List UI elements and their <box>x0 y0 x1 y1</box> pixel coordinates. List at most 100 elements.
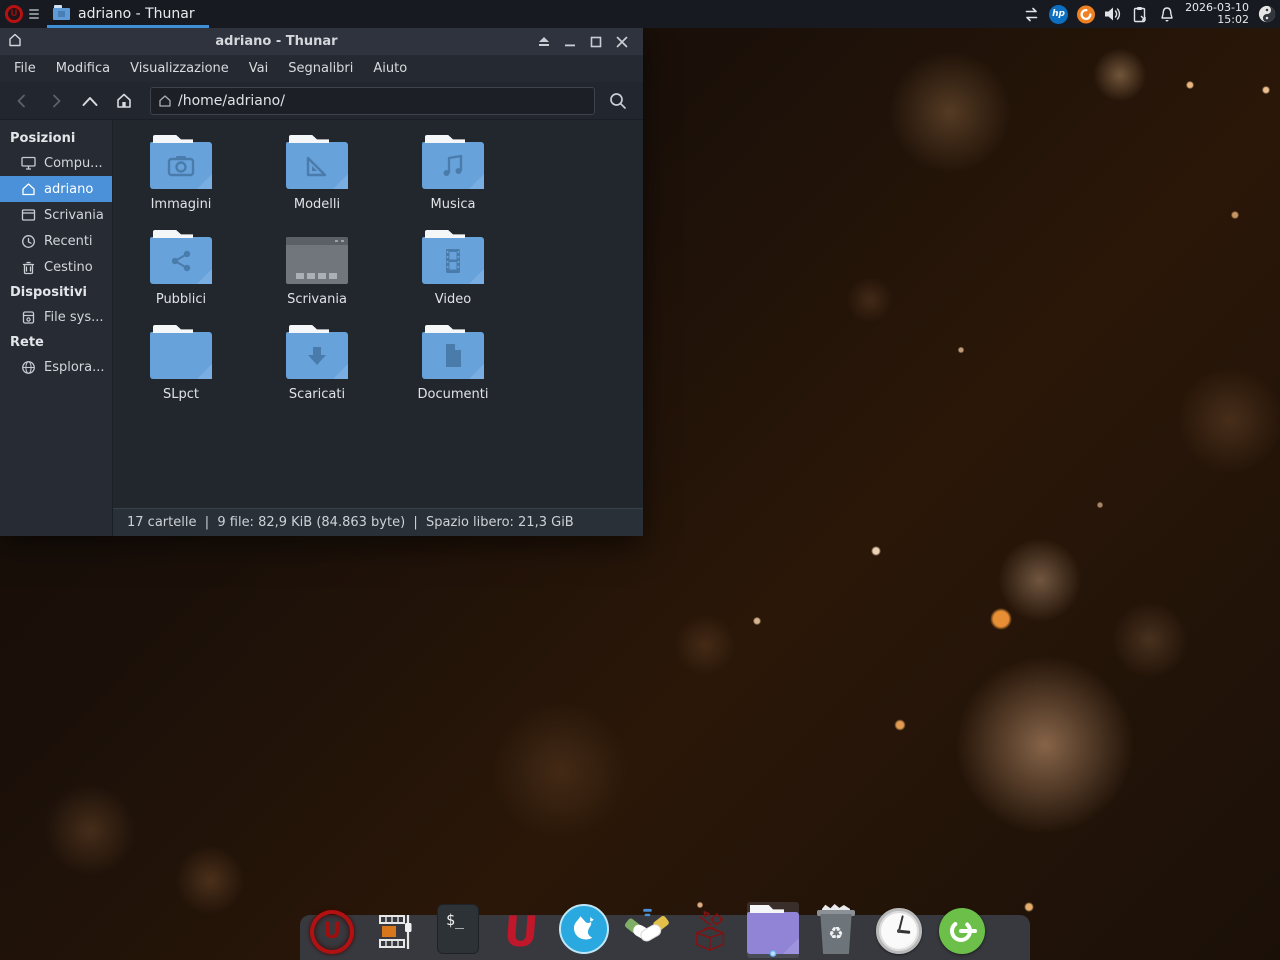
media-editor-icon <box>374 910 416 954</box>
red-u-app-icon: U <box>502 910 539 954</box>
back-button[interactable] <box>8 88 36 114</box>
folder-documenti[interactable]: Documenti <box>418 318 489 413</box>
statusbar: 17 cartelle | 9 file: 82,9 KiB (84.863 b… <box>113 508 643 536</box>
home-icon <box>21 182 36 196</box>
network-globe-icon <box>21 360 36 375</box>
clipboard-icon[interactable] <box>1131 5 1149 23</box>
menu-vai[interactable]: Vai <box>239 55 278 82</box>
main-column: Immagini Modelli Musica <box>113 120 643 536</box>
folder-label: SLpct <box>163 387 199 402</box>
workspace-pager-icon[interactable] <box>1258 5 1276 23</box>
sidebar-label: Cestino <box>44 260 93 275</box>
screen: U adriano - Thunar hp <box>0 0 1280 960</box>
folder-label: Modelli <box>294 197 340 212</box>
terminal-icon: $_ <box>437 904 479 954</box>
sidebar-header-dispositivi: Dispositivi <box>0 280 112 304</box>
forward-button[interactable] <box>42 88 70 114</box>
desktop-window-icon <box>286 237 348 284</box>
recent-clock-icon <box>21 234 36 249</box>
folder-video[interactable]: Video <box>422 223 484 318</box>
trash-bin-icon: ♻ <box>816 906 856 954</box>
search-button[interactable] <box>601 87 635 115</box>
taskbar-item-thunar[interactable]: adriano - Thunar <box>47 0 209 28</box>
distro-ring-icon: U <box>310 910 354 954</box>
maximize-button[interactable] <box>583 32 609 52</box>
menu-visualizzazione[interactable]: Visualizzazione <box>120 55 239 82</box>
path-input[interactable] <box>178 93 587 109</box>
system-tray: hp 2026-03-10 15:02 <box>1022 0 1280 28</box>
thunar-window: adriano - Thunar File Modifica Visualizz… <box>0 28 643 536</box>
menu-modifica[interactable]: Modifica <box>46 55 120 82</box>
dock-toolbox[interactable] <box>684 902 736 958</box>
dock-file-manager[interactable] <box>747 902 799 958</box>
sidebar-header-posizioni: Posizioni <box>0 126 112 150</box>
folder-label: Musica <box>431 197 476 212</box>
sidebar-item-adriano[interactable]: adriano <box>0 176 112 202</box>
sync-arrows-icon[interactable] <box>1022 5 1040 23</box>
handshake-icon <box>624 906 670 954</box>
folder-icon-share <box>150 237 212 284</box>
sidebar-label: Scrivania <box>44 208 104 223</box>
folder-icon-download <box>286 332 348 379</box>
minimize-button[interactable] <box>557 32 583 52</box>
sidebar-item-filesystem[interactable]: File sys... <box>0 304 112 330</box>
folder-icon-music <box>422 142 484 189</box>
sidebar-header-rete: Rete <box>0 330 112 354</box>
sidebar-item-scrivania[interactable]: Scrivania <box>0 202 112 228</box>
folder-icon-film <box>422 237 484 284</box>
window-menu-icon[interactable] <box>29 9 39 19</box>
distro-logo-icon[interactable]: U <box>5 5 23 23</box>
path-bar[interactable] <box>150 87 595 115</box>
folder-icon-plain <box>150 332 212 379</box>
logout-power-icon <box>939 908 985 954</box>
clock-time: 15:02 <box>1185 14 1249 26</box>
sidebar-label: File sys... <box>44 310 104 325</box>
sidebar-item-esplora[interactable]: Esplora... <box>0 354 112 380</box>
close-button[interactable] <box>609 32 635 52</box>
folder-immagini[interactable]: Immagini <box>150 128 212 223</box>
window-icon <box>8 32 22 51</box>
hp-monitor-icon[interactable]: hp <box>1049 5 1068 24</box>
menu-file[interactable]: File <box>4 55 46 82</box>
panel-left: U adriano - Thunar <box>0 0 209 28</box>
dock-distro-logo[interactable]: U <box>306 902 358 958</box>
titlebar[interactable]: adriano - Thunar <box>0 28 643 55</box>
sidebar-item-recenti[interactable]: Recenti <box>0 228 112 254</box>
panel-clock[interactable]: 2026-03-10 15:02 <box>1185 2 1249 26</box>
folder-icon-document <box>422 332 484 379</box>
folder-modelli[interactable]: Modelli <box>286 128 348 223</box>
dock-office-u[interactable]: U <box>495 902 547 958</box>
purple-folder-icon <box>747 912 799 954</box>
window-body: Posizioni Compu... adriano Scrivania Rec… <box>0 120 643 536</box>
sidebar-item-cestino[interactable]: Cestino <box>0 254 112 280</box>
volume-icon[interactable] <box>1104 5 1122 23</box>
update-notifier-icon[interactable] <box>1077 5 1095 23</box>
folder-icon-template <box>286 142 348 189</box>
dock-media-editor[interactable] <box>369 902 421 958</box>
folder-pubblici[interactable]: Pubblici <box>150 223 212 318</box>
desktop-icon <box>21 208 36 222</box>
folder-musica[interactable]: Musica <box>422 128 484 223</box>
folder-label: Video <box>435 292 471 307</box>
menu-aiuto[interactable]: Aiuto <box>363 55 417 82</box>
menu-segnalibri[interactable]: Segnalibri <box>278 55 363 82</box>
notifications-bell-icon[interactable] <box>1158 5 1176 23</box>
up-button[interactable] <box>76 88 104 114</box>
dock-logout[interactable] <box>936 902 988 958</box>
trash-icon <box>21 260 36 275</box>
shade-button[interactable] <box>531 32 557 52</box>
recycle-glyph: ♻ <box>828 924 843 944</box>
sidebar-item-computer[interactable]: Compu... <box>0 150 112 176</box>
dock-librewolf[interactable] <box>558 902 610 958</box>
file-scrivania[interactable]: Scrivania <box>286 223 348 318</box>
sidebar-label: Esplora... <box>44 360 105 375</box>
dock-trash[interactable]: ♻ <box>810 902 862 958</box>
home-button[interactable] <box>110 88 138 114</box>
computer-icon <box>21 156 36 170</box>
folder-scaricati[interactable]: Scaricati <box>286 318 348 413</box>
dock-clock[interactable] <box>873 902 925 958</box>
dock-collaboration[interactable] <box>621 902 673 958</box>
file-grid: Immagini Modelli Musica <box>113 120 643 508</box>
dock-terminal[interactable]: $_ <box>432 902 484 958</box>
folder-slpct[interactable]: SLpct <box>150 318 212 413</box>
